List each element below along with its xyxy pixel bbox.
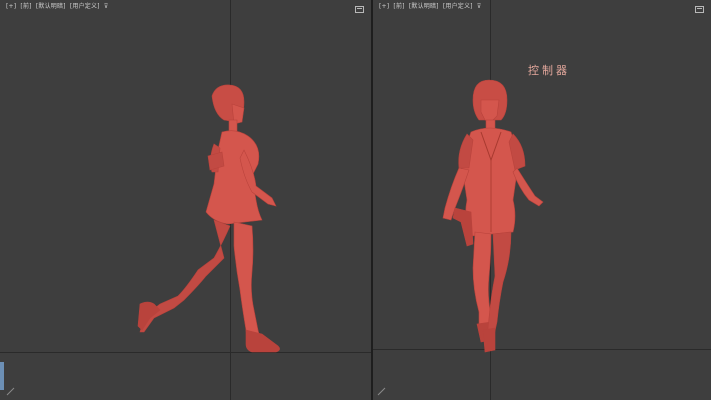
world-axis-icon	[377, 387, 386, 396]
left-viewport[interactable]: [+] [前] [默认明暗] [用户定义] ⊽	[0, 0, 371, 400]
side-command-strip[interactable]	[0, 362, 4, 390]
character-model-side-view	[137, 84, 280, 353]
right-viewport[interactable]: [+] [前] [默认明暗] [用户定义] ⊽ 控制器	[373, 0, 711, 400]
character-model-front-view	[442, 79, 544, 353]
world-axis-icon	[6, 387, 15, 396]
